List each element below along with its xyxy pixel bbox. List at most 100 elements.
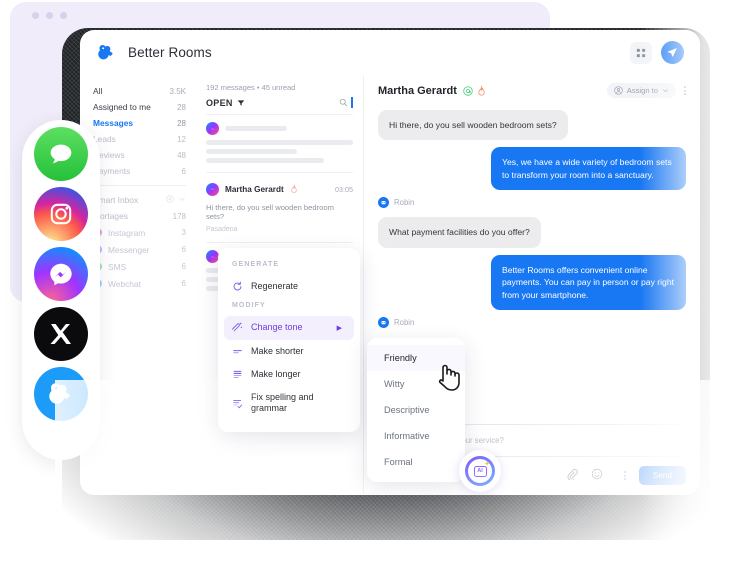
- sidebar-item-count: 48: [177, 150, 186, 160]
- messenger-glyph: [210, 127, 214, 130]
- chevron-down-icon[interactable]: [178, 195, 186, 205]
- sidebar-item-label: All: [93, 86, 103, 96]
- app-header: Better Rooms: [80, 30, 700, 75]
- message-bubble-incoming: What payment facilities do you offer?: [378, 217, 541, 248]
- hot-lead-flame-icon: [478, 85, 485, 96]
- chat-contact-name: Martha Gerardt: [378, 84, 457, 97]
- messenger-icon[interactable]: [34, 247, 88, 301]
- avatar: [378, 317, 389, 329]
- at-mention-icon: [463, 85, 473, 96]
- list-item[interactable]: [206, 122, 353, 172]
- ai-menu-item-label: Regenerate: [251, 281, 299, 291]
- bot-glyph: [381, 321, 386, 325]
- search-input[interactable]: [339, 97, 353, 108]
- shadow-fade-right: [640, 20, 751, 580]
- sidebar-channel-label: Messenger: [108, 244, 150, 255]
- plus-circle-icon[interactable]: [166, 195, 174, 205]
- sidebar-channel-label: SMS: [108, 261, 127, 272]
- sidebar-item-all[interactable]: All 3.5K: [80, 83, 198, 99]
- sidebar-item-count: 28: [177, 118, 186, 128]
- list-item-snippet: Hi there, do you sell wooden bedroom set…: [206, 203, 334, 221]
- conversation-list-toolbar: OPEN: [206, 97, 353, 108]
- sidebar-item-label: Mortages: [93, 211, 128, 221]
- sidebar-item-messages[interactable]: Messages 28: [80, 115, 198, 131]
- sidebar-channel-label: Webchat: [108, 278, 141, 289]
- sidebar-item-count: 6: [181, 166, 186, 176]
- make-longer-icon: [232, 369, 243, 380]
- message-bubble-incoming: Hi there, do you sell wooden bedroom set…: [378, 110, 568, 141]
- list-divider: [206, 114, 353, 115]
- sidebar-item-count: 3.5K: [169, 86, 186, 96]
- search-text-cursor: [351, 97, 353, 108]
- brand-name: Better Rooms: [128, 45, 212, 60]
- x-twitter-icon[interactable]: [34, 307, 88, 361]
- ai-menu-modify-label: MODIFY: [232, 302, 266, 310]
- sidebar-section-label: Smart Inbox: [93, 195, 139, 205]
- refresh-glyph: [233, 281, 242, 291]
- list-divider: [206, 172, 353, 173]
- chevron-right-icon: ▶: [336, 324, 342, 332]
- brand: Better Rooms: [96, 42, 212, 63]
- avatar: [378, 197, 389, 209]
- messenger-glyph: [50, 263, 72, 286]
- sidebar-item-label: Messages: [93, 118, 134, 128]
- sms-bubble-glyph: [50, 144, 72, 164]
- plus-circle-glyph: [166, 195, 174, 203]
- tone-wand-icon: [232, 322, 243, 333]
- sidebar-item-leads[interactable]: Leads 12: [80, 131, 198, 147]
- flame-glyph: [291, 184, 297, 193]
- skeleton-line: [225, 126, 287, 131]
- sidebar-item-assigned-to-me[interactable]: Assigned to me 28: [80, 99, 198, 115]
- list-divider: [206, 242, 353, 243]
- sidebar-channel-label: Instagram: [108, 227, 146, 238]
- list-item-header: [206, 122, 353, 135]
- list-item[interactable]: Martha Gerardt 03:05 Hi there, do you se…: [206, 180, 353, 242]
- make-longer-glyph: [233, 370, 242, 378]
- x-glyph: [50, 324, 71, 344]
- ai-menu-item-label: Make longer: [251, 368, 301, 379]
- hot-lead-flame-icon: [290, 180, 298, 198]
- messenger-glyph: [210, 255, 214, 258]
- avatar: [206, 122, 219, 135]
- sms-icon[interactable]: [34, 127, 88, 181]
- chevron-down-glyph: [179, 197, 185, 201]
- messenger-glyph: [210, 188, 214, 190]
- make-shorter-icon: [232, 346, 243, 357]
- skeleton-line: [206, 149, 298, 154]
- window-control-dots: [32, 12, 67, 19]
- bot-glyph: [381, 201, 386, 205]
- status-filter-open[interactable]: OPEN: [206, 98, 245, 108]
- sidebar-item-label: Reviews: [93, 150, 125, 160]
- message-sender-name: Robin: [394, 318, 415, 328]
- refresh-circle-icon: [232, 281, 243, 292]
- instagram-glyph: [50, 203, 72, 225]
- instagram-icon[interactable]: [34, 187, 88, 241]
- sidebar-channel-count: 6: [181, 245, 186, 254]
- screenshot-stage: Better Rooms All 3.5K Assigned to me 28 …: [0, 0, 751, 580]
- user-circle-icon: [614, 86, 623, 95]
- make-shorter-glyph: [233, 349, 242, 353]
- ai-menu-item-change-tone[interactable]: Change tone ▶: [224, 316, 354, 340]
- list-item-location: Pasadena: [206, 226, 238, 233]
- ai-menu-generate-label: GENERATE: [232, 261, 280, 268]
- chat-badges: [463, 85, 486, 96]
- list-item-time: 03:05: [335, 184, 353, 194]
- ai-menu-item-make-shorter[interactable]: Make shorter: [218, 340, 360, 363]
- sidebar-channel-count: 6: [181, 262, 186, 271]
- sidebar-item-count: 12: [177, 134, 186, 144]
- sidebar-item-label: Payments: [93, 166, 131, 176]
- skeleton-line: [206, 140, 353, 145]
- sidebar-divider: [93, 185, 186, 186]
- status-filter-label: OPEN: [206, 97, 233, 108]
- skeleton-line: [206, 158, 324, 163]
- sidebar-channel-count: 6: [181, 279, 186, 288]
- list-item-name: Martha Gerardt: [225, 184, 284, 194]
- ai-menu-item-regenerate[interactable]: Regenerate: [218, 275, 360, 298]
- ai-menu-item-label: Change tone: [251, 322, 303, 333]
- conversation-list-meta: 192 messages • 45 unread: [206, 83, 296, 92]
- tone-wand-glyph: [232, 323, 243, 332]
- search-icon: [339, 98, 348, 107]
- message-sender-name: Robin: [394, 198, 415, 208]
- sidebar-item-label: Leads: [93, 134, 116, 144]
- better-rooms-bird-logo: [98, 44, 113, 60]
